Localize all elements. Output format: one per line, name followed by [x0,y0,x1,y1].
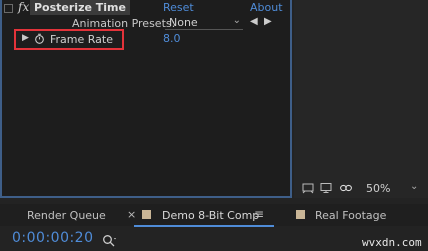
search-icon [103,235,116,247]
previous-preset-button[interactable]: ◀ [250,16,258,27]
zoom-level[interactable]: 50% [366,182,390,195]
about-link[interactable]: About [250,1,283,14]
timeline-search-field[interactable] [102,234,122,248]
stopwatch-icon[interactable] [34,33,45,44]
animation-presets-value: None [169,16,198,29]
panel-menu-icon[interactable]: ≡ [254,207,264,221]
effect-name[interactable]: Posterize Time [30,0,130,15]
tab-render-queue[interactable]: Render Queue [27,209,106,222]
monitor-icon[interactable] [320,182,332,194]
comp-color-swatch [142,210,151,219]
chevron-down-icon: ⌄ [232,15,241,26]
comp-color-swatch [296,210,305,219]
tab-demo-8bit-comp[interactable]: Demo 8-Bit Comp [162,209,259,222]
mask-visibility-icon[interactable] [340,182,352,194]
frame-rate-label: Frame Rate [50,33,113,46]
composition-viewer-panel [294,0,428,198]
tab-real-footage[interactable]: Real Footage [315,209,386,222]
twirl-triangle-icon[interactable]: ▶ [22,33,29,43]
current-time-display[interactable]: 0:00:00:20 [12,230,94,246]
close-tab-icon[interactable]: × [127,208,136,221]
next-preset-button[interactable]: ▶ [264,16,272,27]
chevron-down-icon[interactable]: ⌄ [410,181,418,192]
active-tab-indicator [134,225,274,227]
fx-badge[interactable]: fx [18,0,29,14]
always-preview-icon[interactable] [302,182,314,194]
watermark: wvxdn.com [362,236,422,249]
animation-presets-select[interactable]: None ⌄ [165,15,243,30]
reset-link[interactable]: Reset [163,1,194,14]
frame-rate-value[interactable]: 8.0 [163,32,181,45]
effect-enable-checkbox[interactable] [4,4,13,13]
